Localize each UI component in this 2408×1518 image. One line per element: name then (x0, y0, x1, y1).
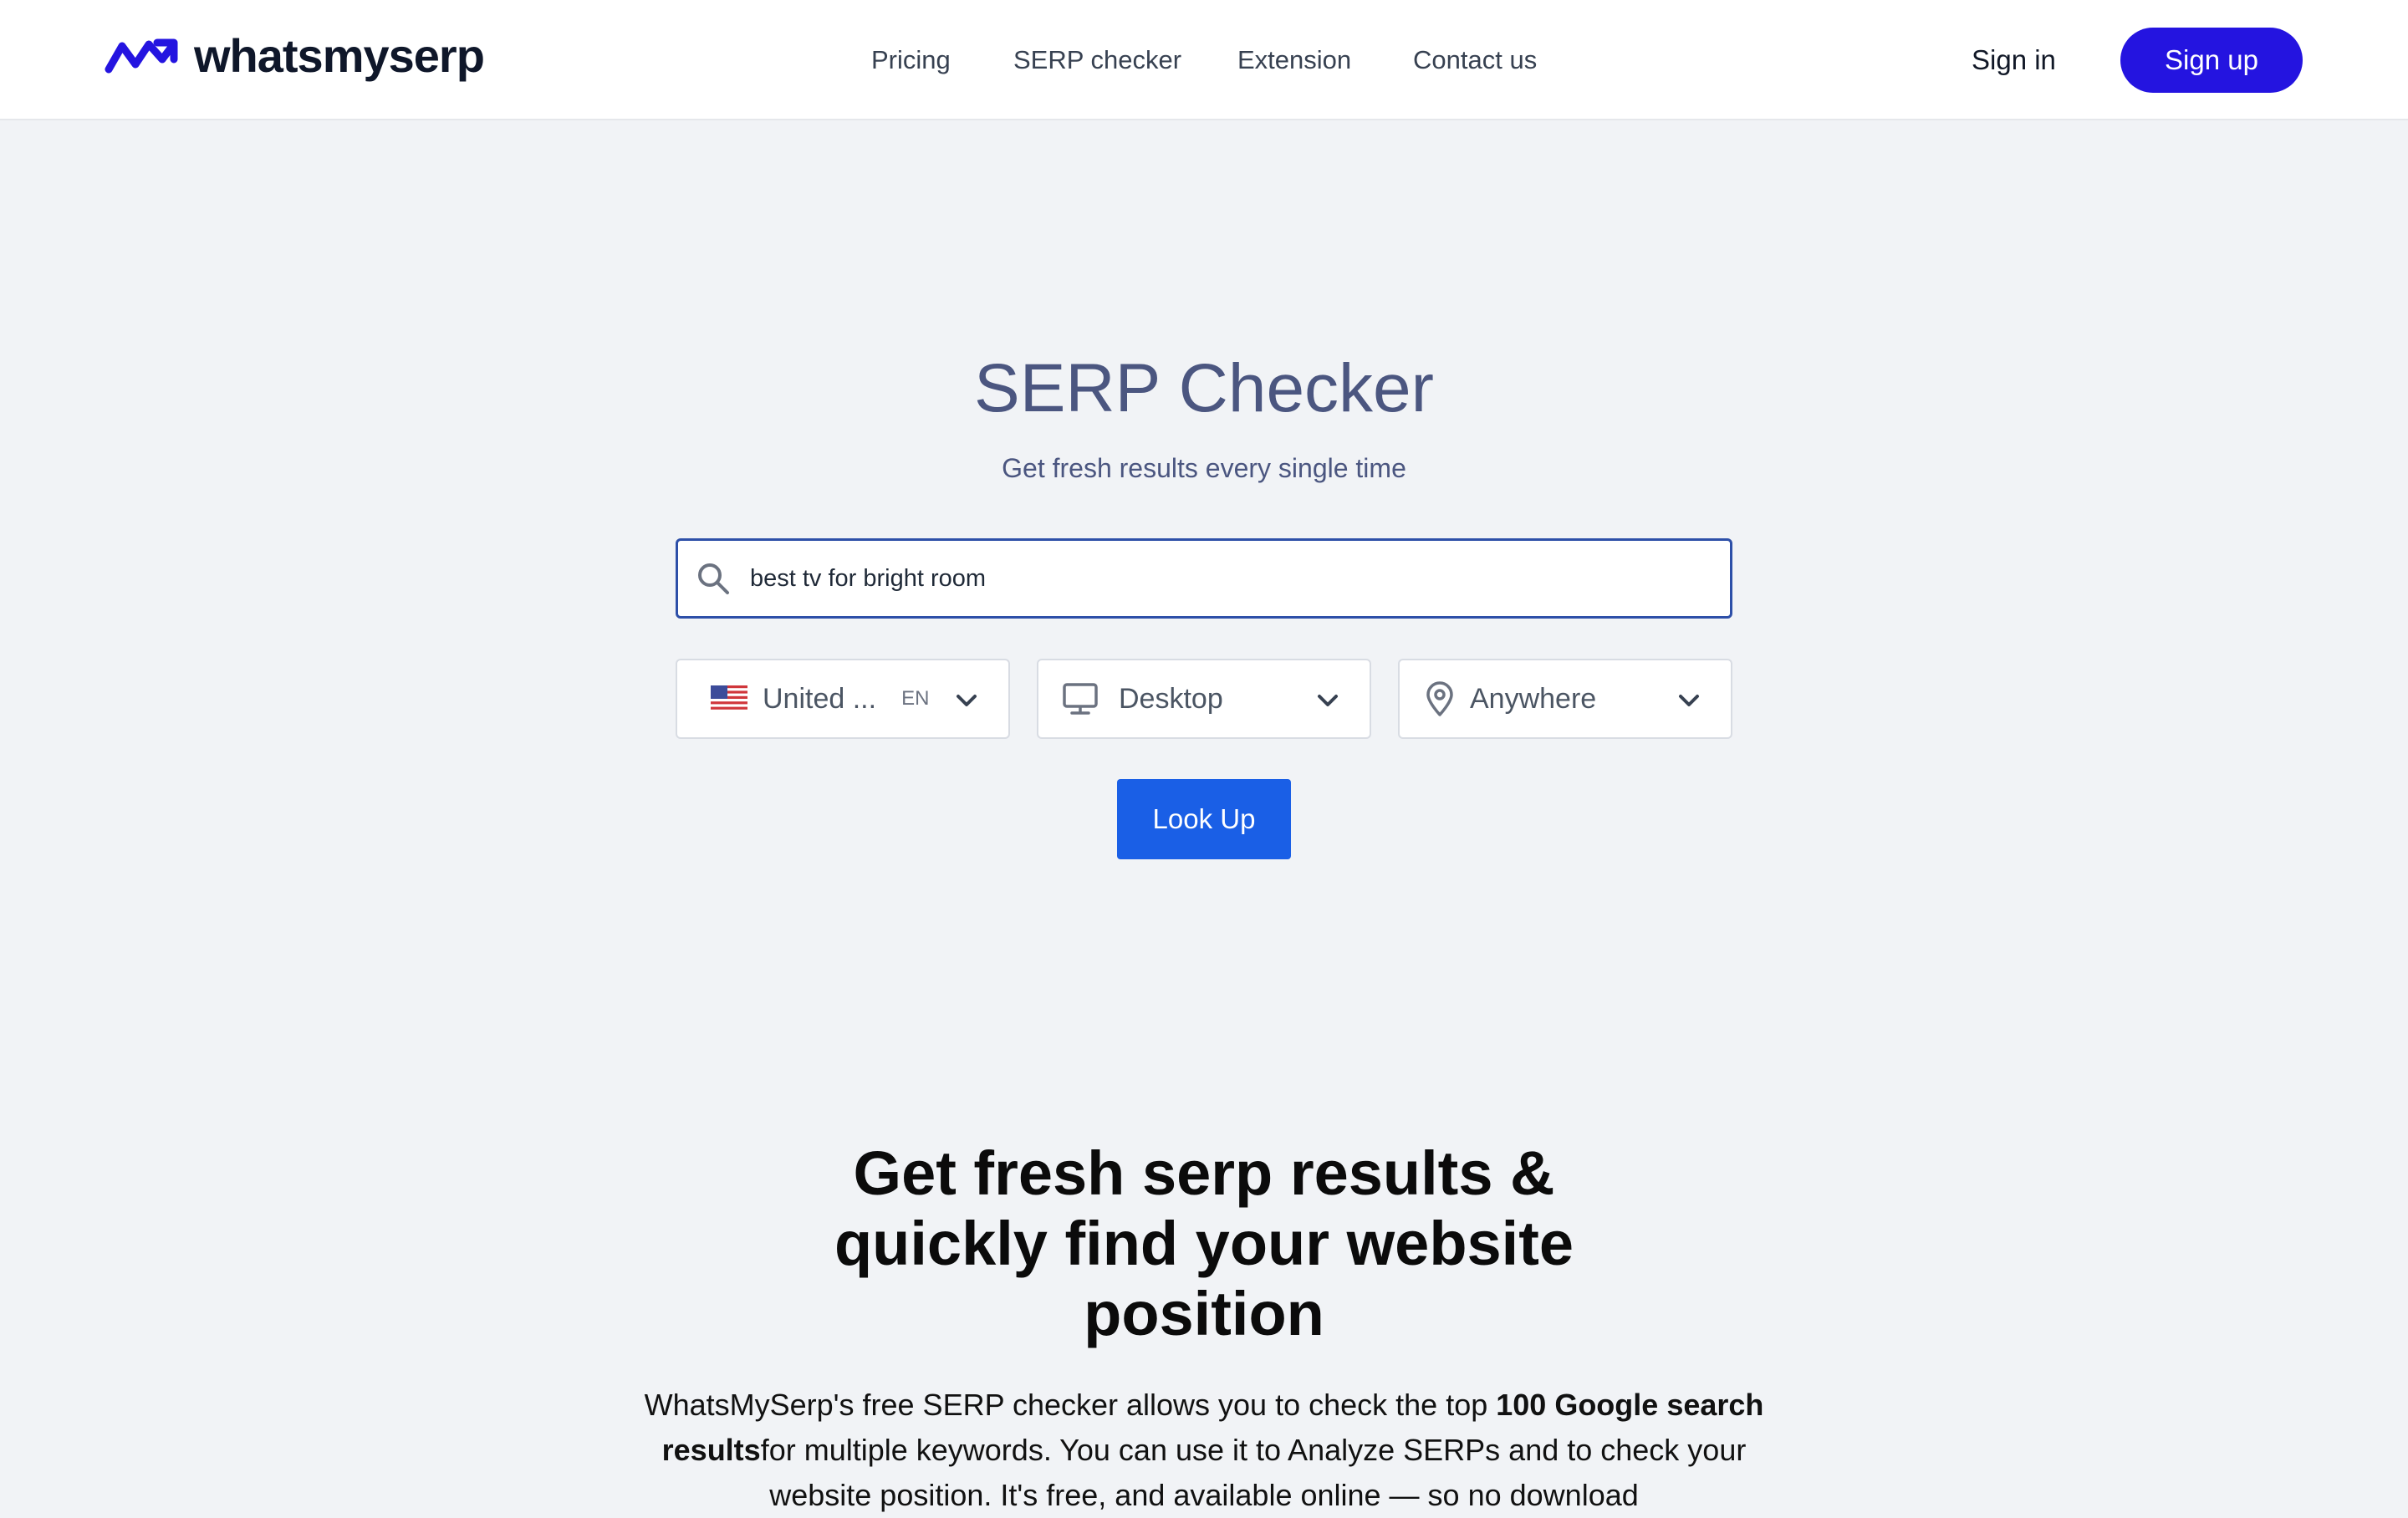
map-pin-icon (1426, 681, 1453, 716)
device-select[interactable]: Desktop (1037, 659, 1371, 739)
top-navigation-bar: whatsmyserp Pricing SERP checker Extensi… (0, 0, 2408, 120)
section-description-part-1: WhatsMySerp's free SERP checker allows y… (644, 1388, 1497, 1422)
chevron-down-icon (957, 695, 977, 706)
nav-link-serp-checker[interactable]: SERP checker (1013, 40, 1181, 80)
location-select[interactable]: Anywhere (1398, 659, 1732, 739)
chevron-down-icon (1318, 695, 1338, 706)
section-title: Get fresh serp results & quickly find yo… (834, 1138, 1574, 1348)
look-up-button[interactable]: Look Up (1117, 779, 1291, 859)
keyword-search-input[interactable] (750, 553, 1730, 604)
country-select[interactable]: United ... EN (676, 659, 1010, 739)
country-select-label: United ... (763, 682, 877, 715)
sign-up-button[interactable]: Sign up (2120, 28, 2303, 93)
section-description: WhatsMySerp's free SERP checker allows y… (644, 1383, 1764, 1518)
keyword-search-box[interactable] (676, 538, 1732, 619)
chevron-down-icon (1679, 695, 1699, 706)
device-select-label: Desktop (1119, 682, 1223, 715)
location-select-label: Anywhere (1470, 682, 1597, 715)
language-code: EN (901, 687, 930, 710)
page-subtitle: Get fresh results every single time (1002, 453, 1406, 483)
sign-in-link[interactable]: Sign in (1972, 40, 2056, 80)
nav-link-pricing[interactable]: Pricing (871, 40, 951, 80)
page-title: SERP Checker (974, 350, 1434, 426)
us-flag-icon (711, 685, 747, 712)
monitor-icon (1063, 683, 1098, 715)
nav-link-extension[interactable]: Extension (1237, 40, 1351, 80)
search-icon (698, 563, 729, 594)
nav-link-contact-us[interactable]: Contact us (1413, 40, 1537, 80)
section-description-part-2: for multiple keywords. You can use it to… (760, 1433, 1747, 1512)
